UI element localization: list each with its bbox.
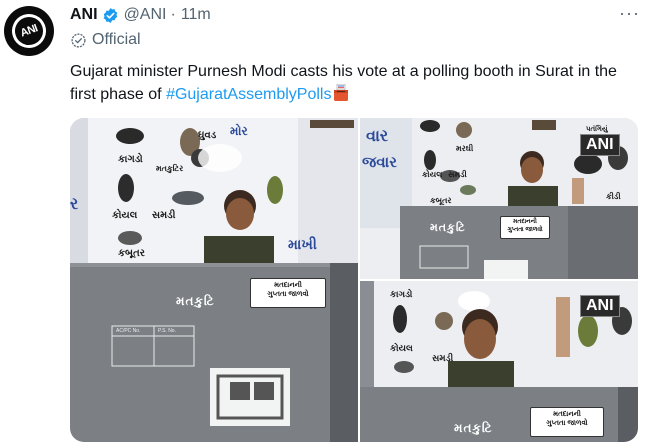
wall-word: જવાર bbox=[362, 154, 397, 171]
sticker-line: મતદાનની bbox=[553, 411, 581, 418]
wall-word: સમડી bbox=[448, 170, 467, 179]
form-field-label: P.S. No. bbox=[158, 328, 176, 334]
wall-word: કાગડો bbox=[118, 154, 143, 165]
sticker-line: ગુપ્તતા જાળવો bbox=[546, 420, 588, 427]
photo-3[interactable]: કાગડો કોયલ સમડી મતકુટિ મતદાનની ગુપ્તતા જ… bbox=[360, 281, 638, 442]
wall-word: પતંગિયું bbox=[586, 126, 608, 133]
wall-word: કોયલ bbox=[390, 343, 413, 353]
wall-word: મતકુટિર bbox=[156, 164, 184, 173]
official-check-icon bbox=[71, 32, 86, 48]
avatar-logo: ANI bbox=[7, 9, 51, 53]
more-options-icon[interactable]: ··· bbox=[619, 4, 640, 22]
wall-word: કબૂતર bbox=[118, 248, 145, 259]
tweet-text: Gujarat minister Purnesh Modi casts his … bbox=[70, 60, 630, 109]
sticker-line: મતદાનની bbox=[274, 282, 302, 289]
booth-label: મતકુટિ bbox=[454, 421, 493, 435]
photo-2[interactable]: વાર જવાર પતંગિયું મરઘી કોયલ સમડી કબૂતર ક… bbox=[360, 118, 638, 279]
secrecy-sticker: મતદાનની ગુપ્તતા જાળવો bbox=[250, 278, 326, 308]
wall-word: કીડી bbox=[606, 192, 621, 201]
official-label: Official bbox=[70, 31, 141, 49]
ani-watermark: ANI bbox=[580, 134, 620, 156]
hashtag-link[interactable]: #GujaratAssemblyPolls bbox=[166, 86, 331, 103]
secrecy-sticker: મતદાનની ગુપ્તતા જાળવો bbox=[530, 407, 604, 437]
separator-dot: · bbox=[170, 6, 176, 23]
secrecy-sticker: મતદાનની ગુપ્તતા જાળવો bbox=[500, 216, 550, 239]
wall-word: વાર bbox=[366, 128, 389, 145]
form-field-label: AC/PC No. bbox=[116, 328, 141, 334]
wall-word: કોયલ bbox=[112, 210, 138, 221]
tweet-header: ANI @ANI · 11m ··· bbox=[70, 4, 640, 26]
account-name[interactable]: ANI bbox=[70, 6, 98, 24]
wall-word: કોયલ bbox=[422, 170, 443, 179]
wall-word: કબૂતર bbox=[430, 196, 452, 205]
wall-word: મોર bbox=[230, 124, 248, 138]
booth-label: મતકુટિ bbox=[176, 294, 215, 308]
sticker-line: મતદાનની bbox=[513, 219, 537, 225]
tweet-timestamp[interactable]: 11m bbox=[181, 6, 211, 24]
wall-word: કાગડો bbox=[390, 289, 413, 299]
verified-badge-icon bbox=[102, 7, 119, 24]
account-handle[interactable]: @ANI bbox=[124, 6, 167, 24]
wall-word: સમડી bbox=[432, 353, 454, 363]
photo-1[interactable]: ઘુવડ મોર કાગડો મતકુટિર કોયલ સમડી કબૂતર ર… bbox=[70, 118, 358, 442]
wall-word: ર bbox=[70, 196, 79, 213]
sticker-line: ગુપ્તતા જાળવો bbox=[267, 291, 309, 298]
ballot-box-icon bbox=[333, 83, 349, 109]
wall-word: સમડી bbox=[152, 210, 176, 221]
media-grid: ઘુવડ મોર કાગડો મતકુટિર કોયલ સમડી કબૂતર ર… bbox=[70, 118, 638, 442]
official-text: Official bbox=[92, 31, 141, 48]
wall-word: મરઘી bbox=[456, 144, 474, 153]
ani-watermark: ANI bbox=[580, 295, 620, 317]
booth-label: મતકુટિ bbox=[430, 222, 466, 234]
wall-word: માખી bbox=[288, 236, 317, 252]
wall-word: ઘુવડ bbox=[198, 130, 217, 141]
avatar[interactable]: ANI bbox=[4, 6, 54, 56]
sticker-line: ગુપ્તતા જાળવો bbox=[507, 227, 543, 233]
